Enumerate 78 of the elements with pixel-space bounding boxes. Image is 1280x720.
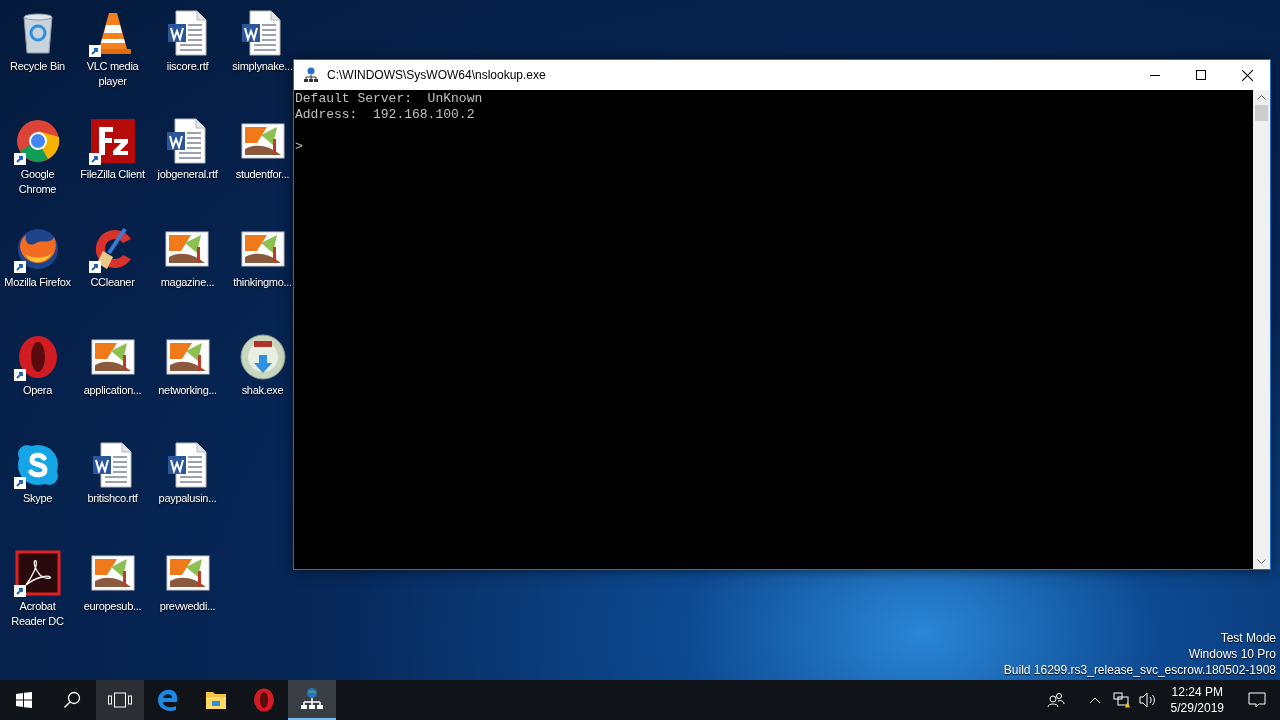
search-icon [63,691,81,709]
desktop-icon[interactable]: shak.exe [238,333,287,398]
network-tool-icon [303,67,319,83]
desktop-icon[interactable]: thinkingmo... [233,225,292,290]
desktop-icon[interactable]: britishco.rtf [87,441,138,506]
clock[interactable]: 12:24 PM 5/29/2019 [1170,684,1224,716]
icon-label: britishco.rtf [87,491,138,506]
icon-label: shak.exe [241,383,284,398]
scroll-thumb[interactable] [1255,105,1268,121]
task-view-icon [108,692,132,708]
desktop-icon[interactable]: studentfor... [235,117,290,182]
icon-label: europesub... [83,599,142,614]
icon-label: Acrobat Reader DC [10,599,65,629]
icon-label: thinkingmo... [233,275,292,290]
icon-label: VLC media player [85,59,140,89]
desktop-icon[interactable]: jobgeneral.rtf [157,117,218,182]
icon-label: networking... [158,383,217,398]
taskbar-button[interactable] [288,680,336,720]
icon-label: Google Chrome [17,167,58,197]
system-info-text: Build 16299.rs3_release_svc_escrow.180502-1908 [1003,662,1276,678]
console-line: Default Server: UnKnown [295,91,483,107]
desktop-icon[interactable]: VLC media player [77,9,148,89]
console-prompt: > [295,139,303,155]
volume-icon[interactable] [1138,692,1157,708]
icon-label: simplynake... [232,59,293,74]
taskbar-button[interactable] [96,680,144,720]
desktop-icon[interactable]: networking... [158,333,217,398]
opera-icon [253,688,275,712]
desktop-icon[interactable]: FileZilla Client [80,117,145,182]
icon-label: application... [83,383,142,398]
clock-date: 5/29/2019 [1170,700,1224,716]
icon-label: prevweddi... [159,599,216,614]
desktop-icon[interactable]: simplynake... [232,9,293,74]
folder-icon [205,690,227,710]
acrobat-icon [13,549,62,597]
desktop-icon[interactable]: Skype [13,441,62,506]
filezilla-icon [88,117,137,165]
system-info-text: Test Mode [1220,630,1276,646]
system-info-text: Windows 10 Pro [1188,646,1276,662]
icon-label: jobgeneral.rtf [157,167,218,182]
icon-label: FileZilla Client [80,167,145,182]
icon-label: Skype [22,491,53,506]
desktop-icon[interactable]: CCleaner [88,225,137,290]
desktop-icon[interactable]: Recycle Bin [10,9,65,74]
desktop-icon[interactable]: iiscore.rtf [163,9,212,74]
network-tool-icon [300,687,324,711]
icon-label: paypalusin... [158,491,217,506]
scroll-down-icon[interactable] [1257,559,1266,564]
maximize-icon [1196,70,1206,80]
icon-label: iiscore.rtf [166,59,209,74]
minimize-icon [1150,74,1160,76]
icon-label: CCleaner [90,275,135,290]
windows-logo-icon [16,692,32,708]
edge-icon [157,689,179,711]
desktop-icon[interactable]: paypalusin... [158,441,217,506]
chevron-up-icon[interactable] [1088,696,1101,704]
desktop-icon[interactable]: europesub... [83,549,142,614]
icon-label: Recycle Bin [10,59,65,74]
clock-time: 12:24 PM [1171,684,1223,700]
icon-label: studentfor... [235,167,290,182]
installer-disc-icon [238,333,287,381]
notifications-icon[interactable] [1248,691,1266,709]
window-title: C:\WINDOWS\SysWOW64\nslookup.exe [327,67,547,84]
icon-label: magazine... [160,275,215,290]
desktop-icon[interactable]: Opera [13,333,62,398]
scroll-up-icon[interactable] [1257,95,1266,100]
desktop-icon[interactable]: Google Chrome [2,117,73,197]
console-line: Address: 192.168.100.2 [295,107,475,123]
desktop-icon[interactable]: Acrobat Reader DC [2,549,73,629]
icon-label: Opera [22,383,53,398]
close-icon [1241,69,1253,81]
people-icon[interactable] [1046,692,1065,708]
network-warning-icon[interactable] [1112,692,1131,708]
icon-label: Mozilla Firefox [4,275,71,290]
desktop-icon[interactable]: prevweddi... [159,549,216,614]
desktop-icon[interactable]: Mozilla Firefox [4,225,71,290]
desktop-icon[interactable]: magazine... [160,225,215,290]
desktop-icon[interactable]: application... [83,333,142,398]
